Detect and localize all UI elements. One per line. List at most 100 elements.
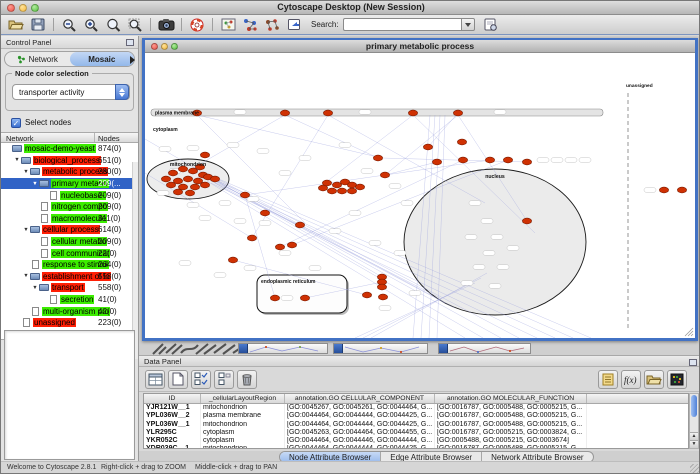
- save-session-icon[interactable]: [28, 16, 48, 33]
- tree-row[interactable]: mosaic-demo-yeast874(0): [1, 143, 138, 155]
- tab-mosaic[interactable]: Mosaic: [70, 52, 135, 66]
- network-node[interactable]: [458, 157, 467, 163]
- table-cell[interactable]: mitochondrion: [201, 421, 285, 429]
- network-node[interactable]: [210, 176, 219, 182]
- snapshot-icon[interactable]: [156, 16, 176, 33]
- network-label[interactable]: transport: [51, 283, 85, 292]
- network-node[interactable]: [270, 295, 279, 301]
- tree-row[interactable]: ▼transport558(0): [1, 282, 138, 294]
- network-node[interactable]: [166, 182, 175, 188]
- table-cell[interactable]: cytoplasm: [201, 429, 285, 437]
- color-attribute-select[interactable]: transporter activity: [12, 84, 130, 100]
- network-node[interactable]: [183, 176, 192, 182]
- more-tabs-arrow-icon[interactable]: [130, 56, 135, 64]
- matrix-view-icon[interactable]: [667, 370, 687, 389]
- float-panel-icon[interactable]: [126, 39, 134, 46]
- tree-row[interactable]: ▼establishment of lo558(0): [1, 271, 138, 283]
- table-column-header[interactable]: annotation.GO CELLULAR_COMPONENT: [285, 394, 435, 403]
- network-edge[interactable]: [428, 113, 458, 147]
- table-row[interactable]: YKR052Ccytoplasm[GO:0044464, GO:0044446,…: [144, 437, 688, 445]
- select-attributes-icon[interactable]: [191, 370, 211, 389]
- network-node[interactable]: [378, 294, 387, 300]
- scrollbar-thumb[interactable]: [691, 395, 697, 417]
- network-node[interactable]: [185, 190, 194, 196]
- table-cell[interactable]: [GO:0016787, GO:0005488, GO:0005215, G..…: [435, 421, 587, 429]
- network-node[interactable]: [327, 188, 336, 194]
- select-nodes-checkbox[interactable]: ✓: [11, 118, 21, 128]
- show-table-icon[interactable]: [145, 370, 165, 389]
- network-node[interactable]: [659, 187, 668, 193]
- zoom-in-icon[interactable]: [81, 16, 101, 33]
- open-session-icon[interactable]: [6, 16, 26, 33]
- search-input[interactable]: [343, 18, 461, 31]
- table-cell[interactable]: YDR039C__1: [144, 445, 201, 449]
- minimized-window[interactable]: [333, 343, 428, 354]
- network-node[interactable]: [457, 139, 466, 145]
- expander-icon[interactable]: ▼: [22, 227, 30, 233]
- tree-row[interactable]: secretion41(0): [1, 294, 138, 306]
- function-builder-icon[interactable]: f(x): [621, 370, 641, 389]
- table-cell[interactable]: [GO:0045267, GO:0045261, GO:0044464, G..…: [285, 404, 435, 412]
- tree-row[interactable]: response to stimul264(0): [1, 259, 138, 271]
- network-node[interactable]: [337, 188, 346, 194]
- network-node[interactable]: [362, 292, 371, 298]
- network-label[interactable]: unassigned: [33, 318, 76, 327]
- network-node[interactable]: [408, 110, 417, 116]
- help-icon[interactable]: [187, 16, 207, 33]
- network-edge[interactable]: [145, 139, 382, 277]
- unselect-attributes-icon[interactable]: [214, 370, 234, 389]
- network-label[interactable]: biological_process: [33, 156, 101, 165]
- plasma-membrane-region[interactable]: [151, 109, 603, 116]
- network-node[interactable]: [503, 157, 512, 163]
- network-node[interactable]: [347, 188, 356, 194]
- table-cell[interactable]: [GO:0045263, GO:0044464, GO:0044455, G..…: [285, 429, 435, 437]
- network-node[interactable]: [432, 159, 441, 165]
- float-panel-icon[interactable]: [689, 359, 697, 366]
- zoom-fit-icon[interactable]: [125, 16, 145, 33]
- network-label[interactable]: mosaic-demo-yeast: [24, 144, 96, 153]
- network-graph[interactable]: plasma membranecytoplasmmitochondrionnuc…: [145, 53, 695, 338]
- table-cell[interactable]: YJR121W__1: [144, 404, 201, 412]
- network-node[interactable]: [322, 180, 331, 186]
- layout-blue-icon[interactable]: [240, 16, 260, 33]
- attribute-list-icon[interactable]: [598, 370, 618, 389]
- minimized-window[interactable]: [238, 343, 328, 354]
- tree-row[interactable]: cell communicat22(0): [1, 247, 138, 259]
- minimized-window[interactable]: [438, 343, 531, 354]
- network-node[interactable]: [677, 187, 686, 193]
- tree-row[interactable]: nucleobase-209(0): [1, 189, 138, 201]
- network-node[interactable]: [355, 184, 364, 190]
- tree-row[interactable]: cellular metabo209(0): [1, 236, 138, 248]
- network-node[interactable]: [423, 144, 432, 150]
- network-node[interactable]: [300, 295, 309, 301]
- tab-network[interactable]: Network: [5, 52, 70, 66]
- birdseye-icon[interactable]: [218, 16, 238, 33]
- zoom-out-icon[interactable]: [59, 16, 79, 33]
- table-cell[interactable]: [GO:0044464, GO:0044444, GO:0044425, G..…: [285, 421, 435, 429]
- table-cell[interactable]: cytoplasm: [201, 437, 285, 445]
- network-node[interactable]: [485, 157, 494, 163]
- tree-row[interactable]: ▼cellular process614(0): [1, 224, 138, 236]
- table-cell[interactable]: [GO:0044464, GO:0044444, GO:0044425, G..…: [285, 412, 435, 420]
- network-view-titlebar[interactable]: primary metabolic process: [145, 40, 695, 53]
- tree-row[interactable]: macromolecule311(0): [1, 213, 138, 225]
- expander-icon[interactable]: ▼: [13, 157, 21, 163]
- import-attributes-icon[interactable]: [644, 370, 664, 389]
- table-column-header[interactable]: _cellularLayoutRegion: [201, 394, 285, 403]
- network-node[interactable]: [522, 218, 531, 224]
- network-edge[interactable]: [285, 115, 378, 158]
- expander-icon[interactable]: ▼: [22, 169, 30, 175]
- table-cell[interactable]: mitochondrion: [201, 404, 285, 412]
- table-cell[interactable]: [GO:0044464, GO:0044444, GO:0044425, G..…: [285, 445, 435, 449]
- tree-row[interactable]: nitrogen compo209(0): [1, 201, 138, 213]
- table-row[interactable]: YLR295Ccytoplasm[GO:0045263, GO:0044464,…: [144, 429, 688, 437]
- session-details-icon[interactable]: [481, 16, 501, 33]
- table-row[interactable]: YPL036W__1mitochondrion[GO:0044464, GO:0…: [144, 421, 688, 429]
- zoom-selected-icon[interactable]: [103, 16, 123, 33]
- network-node[interactable]: [377, 284, 386, 290]
- tree-row[interactable]: ▼metabolic process280(0): [1, 166, 138, 178]
- network-node[interactable]: [295, 222, 304, 228]
- network-node[interactable]: [200, 182, 209, 188]
- tree-row[interactable]: ▼biological_process651(0): [1, 155, 138, 167]
- network-canvas[interactable]: plasma membranecytoplasmmitochondrionnuc…: [145, 53, 695, 338]
